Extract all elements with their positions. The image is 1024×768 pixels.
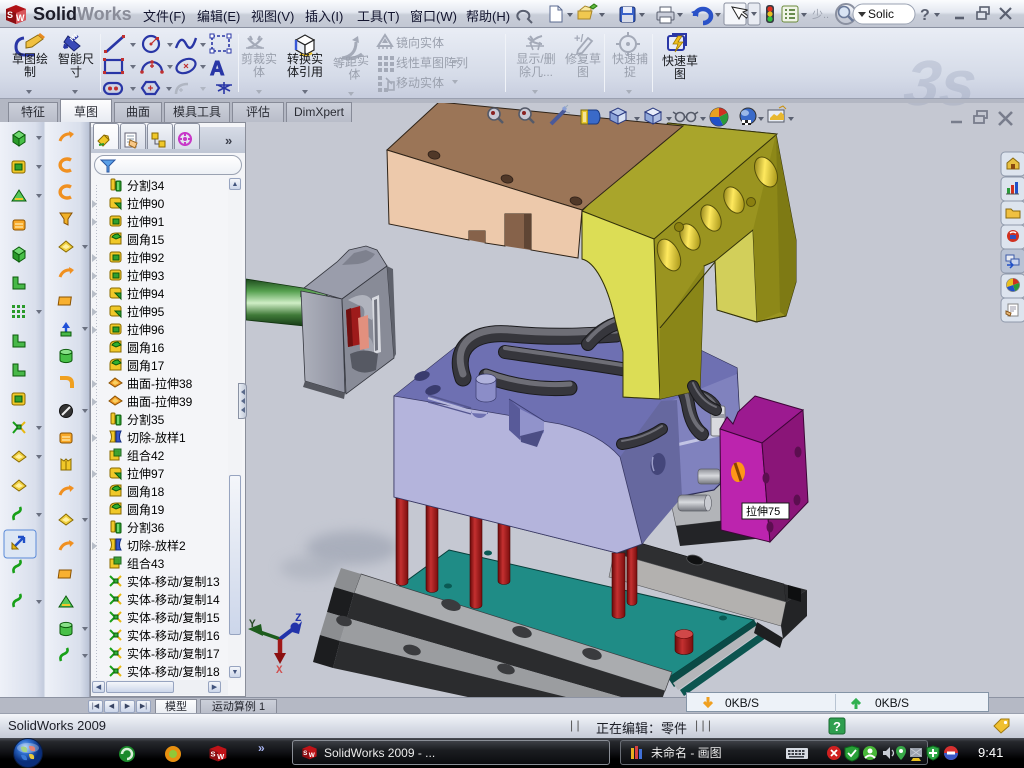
- svg-text:+/: +/: [574, 33, 583, 45]
- svg-text:少..: 少..: [812, 8, 829, 21]
- svg-text:X: X: [276, 665, 283, 677]
- svg-text:?: ?: [833, 719, 841, 734]
- svg-text:Z: Z: [295, 613, 302, 625]
- svg-text:拉伸75: 拉伸75: [746, 504, 780, 518]
- svg-text:S: S: [7, 10, 13, 20]
- svg-text:W: W: [217, 752, 225, 761]
- svg-text:S: S: [211, 749, 216, 758]
- svg-text:Y: Y: [249, 619, 256, 631]
- svg-text:Solic: Solic: [868, 7, 894, 21]
- svg-text:W: W: [16, 13, 25, 23]
- svg-text:S: S: [303, 750, 307, 757]
- svg-text:W: W: [309, 752, 315, 759]
- svg-text:?: ?: [920, 7, 930, 24]
- svg-text:A: A: [210, 58, 224, 80]
